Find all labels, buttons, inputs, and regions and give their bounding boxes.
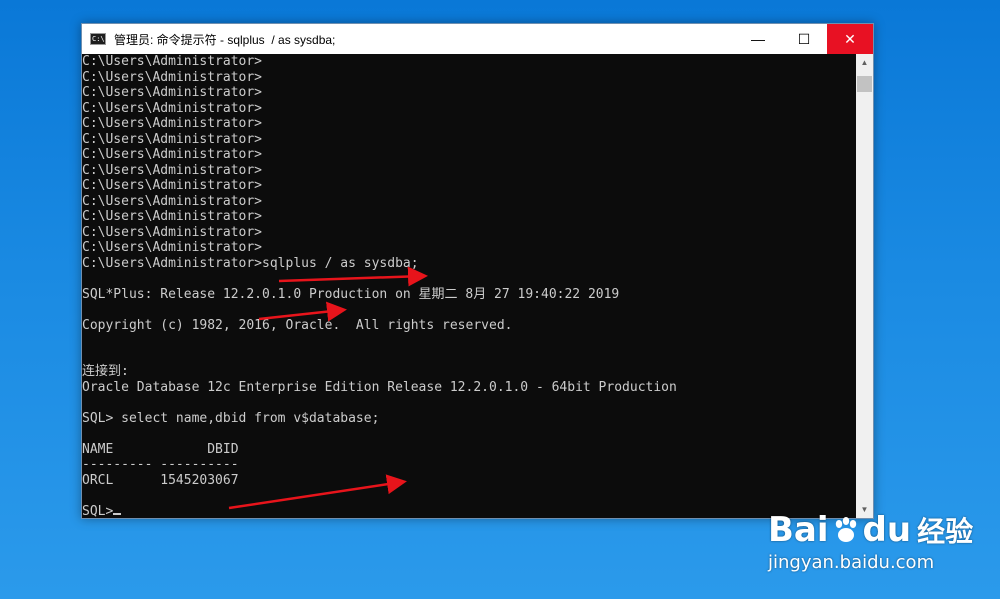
terminal-line: Oracle Database 12c Enterprise Edition R…	[82, 379, 677, 395]
terminal-line: C:\Users\Administrator>	[82, 85, 263, 100]
scroll-thumb[interactable]	[857, 76, 872, 92]
title-bar[interactable]: C:\ 管理员: 命令提示符 - sqlplus / as sysdba; — …	[82, 24, 873, 54]
terminal-line: C:\Users\Administrator>	[82, 209, 263, 224]
maximize-icon: ☐	[797, 30, 811, 47]
minimize-icon: —	[751, 31, 765, 47]
terminal-line: SQL*Plus: Release 12.2.0.1.0 Production …	[82, 286, 620, 302]
window-controls: — ☐ ✕	[735, 24, 873, 54]
terminal-line: C:\Users\Administrator>	[82, 54, 263, 69]
window-title: 管理员: 命令提示符 - sqlplus / as sysdba;	[114, 32, 336, 47]
terminal-line: C:\Users\Administrator>	[82, 193, 263, 209]
terminal-line: C:\Users\Administrator>	[82, 116, 263, 131]
terminal-line: SQL> select name,dbid from v$database;	[82, 410, 380, 426]
terminal-line: C:\Users\Administrator>	[82, 69, 263, 85]
terminal-line: Copyright (c) 1982, 2016, Oracle. All ri…	[82, 317, 513, 333]
terminal-line: C:\Users\Administrator>	[82, 240, 263, 255]
terminal-line: C:\Users\Administrator>	[82, 178, 263, 193]
maximize-button[interactable]: ☐	[781, 24, 827, 54]
baidu-jingyan-watermark: Bai du 经验 jingyan.baidu.com	[768, 490, 993, 590]
terminal-line: C:\Users\Administrator>	[82, 131, 263, 147]
watermark-url: jingyan.baidu.com	[768, 552, 935, 573]
terminal-line: NAME DBID	[82, 441, 239, 457]
cmd-app-icon[interactable]: C:\	[90, 33, 106, 45]
minimize-button[interactable]: —	[735, 24, 781, 54]
terminal-line: C:\Users\Administrator>	[82, 224, 263, 240]
terminal-line: C:\Users\Administrator>	[82, 147, 263, 162]
terminal-line: SQL>	[82, 504, 858, 518]
scroll-up-button[interactable]: ▲	[856, 54, 873, 71]
cmd-window[interactable]: C:\ 管理员: 命令提示符 - sqlplus / as sysdba; — …	[81, 23, 874, 519]
terminal-line: C:\Users\Administrator>	[82, 162, 263, 178]
chevron-up-icon: ▲	[860, 58, 869, 67]
watermark-logo-cn: 经验	[917, 515, 974, 548]
vertical-scrollbar[interactable]: ▲ ▼	[856, 54, 873, 518]
terminal-line: 连接到:	[82, 364, 129, 379]
terminal-line: --------- ----------	[82, 457, 239, 472]
terminal-line: ORCL 1545203067	[82, 472, 239, 488]
close-button[interactable]: ✕	[827, 24, 873, 54]
watermark-logo-right: du	[862, 510, 912, 550]
terminal-line: C:\Users\Administrator>sqlplus / as sysd…	[82, 255, 419, 271]
terminal-line: C:\Users\Administrator>	[82, 100, 263, 116]
paw-icon	[835, 517, 856, 542]
close-icon: ✕	[844, 30, 856, 47]
terminal-output[interactable]: C:\Users\Administrator> C:\Users\Administ…	[82, 54, 858, 518]
watermark-logo: Bai du 经验	[768, 510, 973, 550]
text-cursor	[113, 512, 122, 515]
watermark-logo-left: Bai	[768, 510, 829, 550]
